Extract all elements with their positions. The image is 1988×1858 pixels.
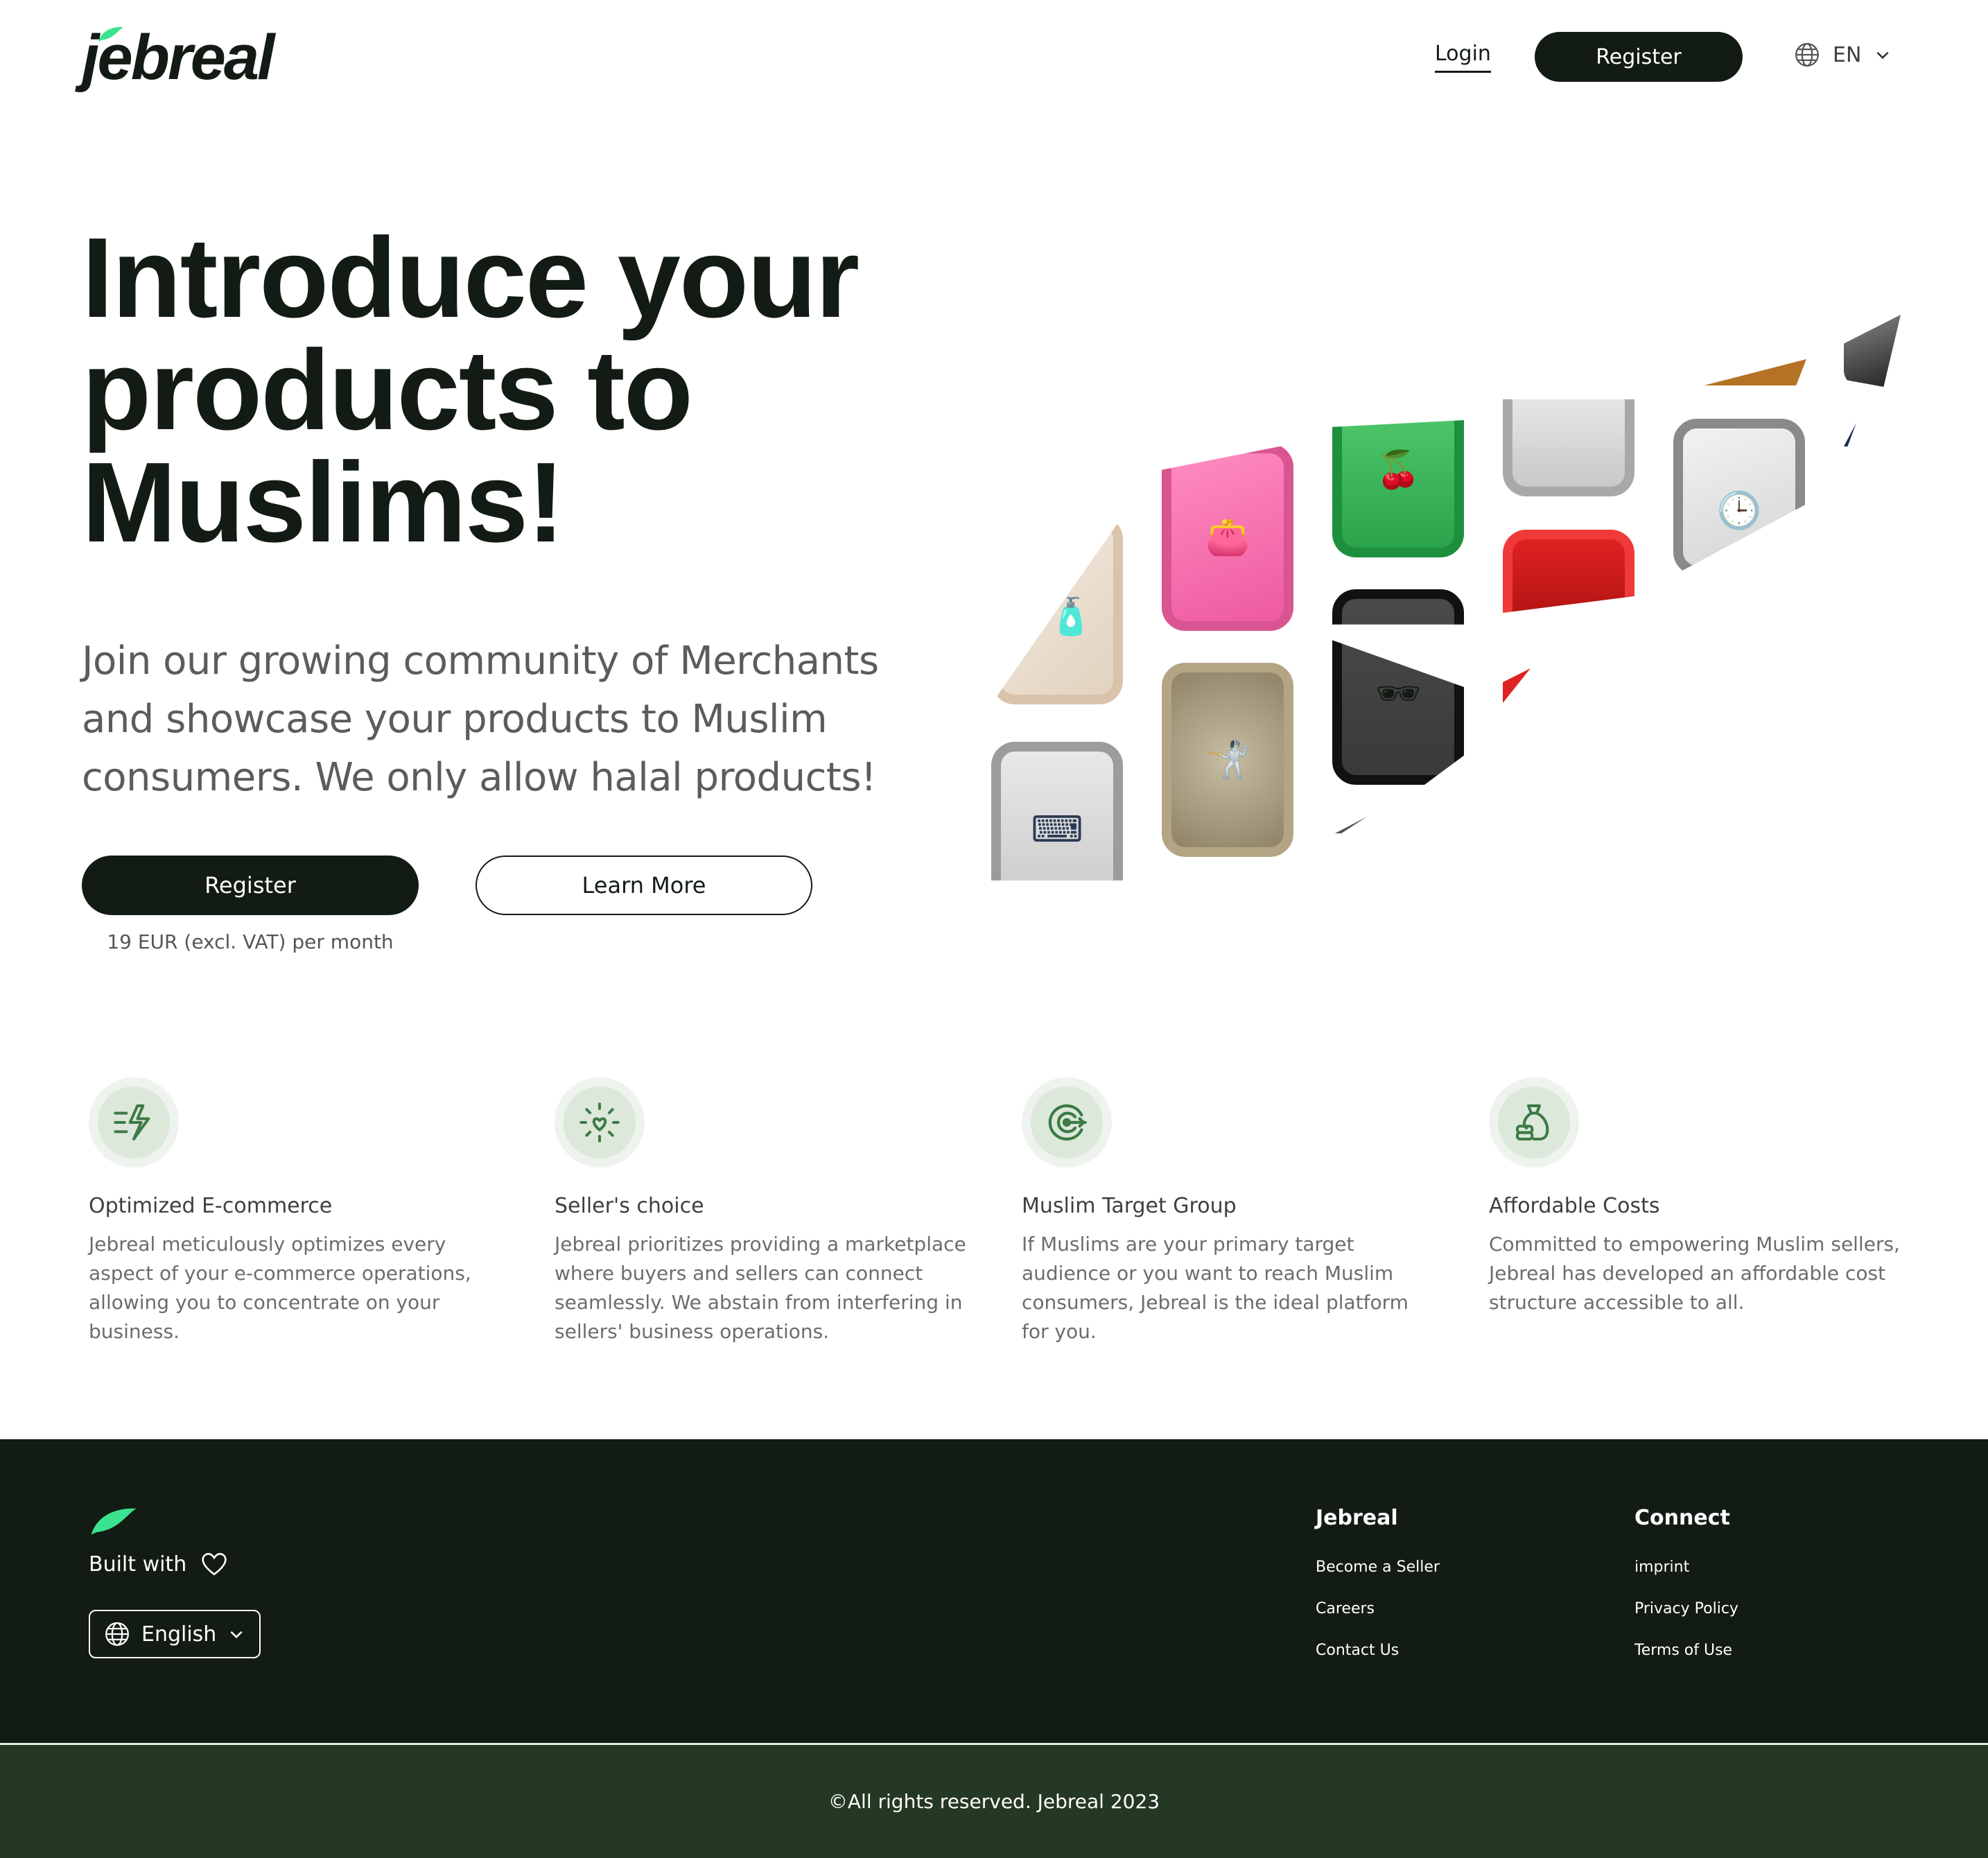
feature-icon-wrap — [89, 1077, 179, 1167]
footer-language-select[interactable]: English — [89, 1610, 261, 1658]
built-with-label: Built with — [89, 1552, 187, 1577]
feature-icon-wrap — [1489, 1077, 1579, 1167]
footer-link-contact[interactable]: Contact Us — [1316, 1640, 1440, 1661]
cherries-icon: 🍒 — [1375, 449, 1421, 491]
perfume-bottle-icon: 🧴 — [1048, 596, 1094, 638]
feature-text: If Muslims are your primary target audie… — [1022, 1233, 1409, 1343]
feature-optimized-ecommerce: Optimized E-commerce Jebreal meticulousl… — [89, 1077, 505, 1346]
feature-muslim-target-group: Muslim Target Group If Muslims are your … — [1022, 1077, 1438, 1346]
feature-text: Jebreal meticulously optimizes every asp… — [89, 1233, 471, 1343]
clock-icon: 🕒 — [1716, 490, 1762, 532]
footer-link-terms[interactable]: Terms of Use — [1634, 1640, 1738, 1661]
footer-link-careers[interactable]: Careers — [1316, 1599, 1440, 1620]
footer: Built with English Jebreal Become a Sell… — [0, 1439, 1988, 1744]
feature-title: Muslim Target Group — [1022, 1194, 1237, 1218]
feature-icon-inner — [1498, 1086, 1570, 1158]
footer-column-connect: Connect imprint Privacy Policy Terms of … — [1634, 1504, 1738, 1661]
chevron-down-icon — [230, 1631, 243, 1639]
copyright-bar: ©All rights reserved. Jebreal 2023 — [0, 1745, 1988, 1858]
purse-icon: 👛 — [1205, 516, 1250, 558]
tile-purse: 👛 — [1162, 444, 1293, 631]
sunglasses-icon: 🕶 — [1375, 673, 1421, 715]
tile-clock: 🕒 — [1673, 419, 1805, 575]
fragment-navy — [1844, 423, 1856, 446]
built-with: Built with — [89, 1552, 228, 1577]
price-note: 19 EUR (excl. VAT) per month — [107, 930, 394, 953]
feature-title: Optimized E-commerce — [89, 1194, 333, 1218]
feature-icon-inner — [1031, 1086, 1103, 1158]
fragment-grey — [1335, 817, 1367, 833]
footer-link-privacy[interactable]: Privacy Policy — [1634, 1599, 1738, 1620]
feature-icon-inner — [98, 1086, 170, 1158]
feature-title: Affordable Costs — [1489, 1194, 1660, 1218]
speed-bolt-icon — [114, 1104, 150, 1140]
feature-sellers-choice: Seller's choice Jebreal prioritizes prov… — [555, 1077, 970, 1346]
feature-icon-wrap — [1022, 1077, 1112, 1167]
footer-link-become-seller[interactable]: Become a Seller — [1316, 1557, 1440, 1578]
keyboard-icon: ⌨ — [1031, 809, 1083, 851]
fragment-red — [1503, 668, 1531, 703]
footer-language-label: English — [141, 1622, 217, 1647]
feature-icon-wrap — [555, 1077, 645, 1167]
tile-keyboard: ⌨ — [991, 742, 1123, 880]
hero-product-art: 🧴 ⌨ 👛 🤺 🍒 🕶 🕒 — [0, 0, 1988, 901]
tile-red — [1503, 530, 1634, 613]
feature-text: Jebreal prioritizes providing a marketpl… — [555, 1233, 966, 1343]
leaf-logo-icon — [91, 1508, 137, 1535]
footer-column-jebreal: Jebreal Become a Seller Careers Contact … — [1316, 1504, 1440, 1661]
copyright-text: ©All rights reserved. Jebreal 2023 — [828, 1790, 1160, 1813]
fragment-dark-shard — [1844, 315, 1901, 387]
money-bag-icon — [1516, 1104, 1549, 1140]
fencing-icon: 🤺 — [1205, 739, 1250, 781]
globe-icon — [105, 1622, 129, 1646]
feature-icon-inner — [564, 1086, 636, 1158]
target-icon — [1048, 1104, 1087, 1141]
tile-sunglasses: 🕶 — [1332, 589, 1464, 785]
tile-fencing: 🤺 — [1162, 663, 1293, 857]
feature-text: Committed to empowering Muslim sellers, … — [1489, 1233, 1900, 1314]
footer-column-heading: Jebreal — [1316, 1506, 1398, 1530]
sparkle-heart-icon — [579, 1102, 620, 1143]
tile-perfume: 🧴 — [991, 516, 1123, 704]
fragment-brown — [1704, 359, 1806, 385]
feature-affordable-costs: Affordable Costs Committed to empowering… — [1489, 1077, 1905, 1317]
tile-cherries: 🍒 — [1332, 420, 1464, 557]
heart-icon — [202, 1552, 227, 1576]
tile-silver — [1503, 399, 1634, 496]
footer-column-heading: Connect — [1634, 1506, 1730, 1530]
footer-link-imprint[interactable]: imprint — [1634, 1557, 1738, 1578]
feature-title: Seller's choice — [555, 1194, 704, 1218]
